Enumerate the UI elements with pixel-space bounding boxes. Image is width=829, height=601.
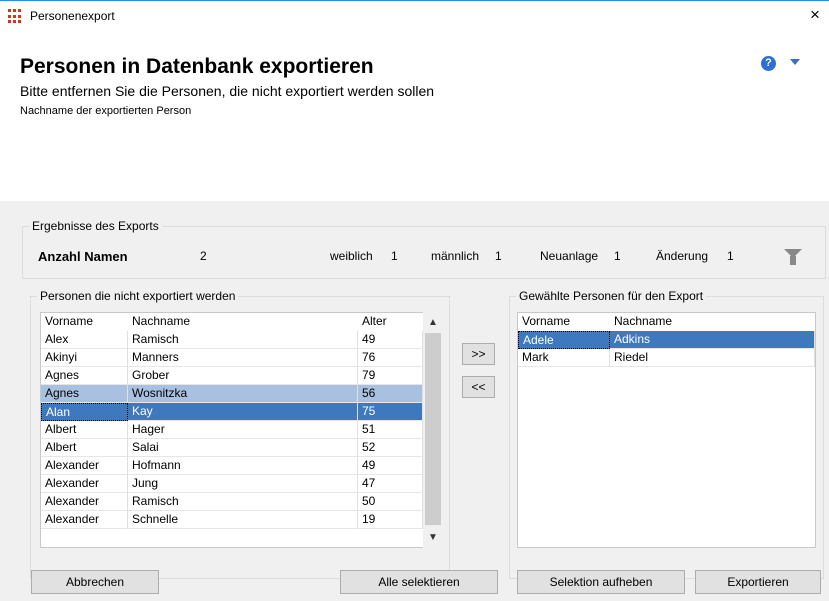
last-name-cell: Ramisch (128, 331, 358, 349)
last-name-cell: Kay (128, 403, 358, 421)
scrollbar-thumb[interactable] (425, 333, 441, 525)
page-subtitle: Bitte entfernen Sie die Personen, die ni… (20, 83, 435, 99)
column-header-nachname[interactable]: Nachname (128, 313, 358, 331)
new-value: 1 (614, 249, 621, 263)
vertical-scrollbar[interactable]: ▲ ▼ (423, 312, 443, 548)
age-cell: 49 (358, 457, 423, 475)
first-name-cell: Akinyi (41, 349, 128, 367)
page-title: Personen in Datenbank exportieren (20, 55, 374, 78)
last-name-cell: Hofmann (128, 457, 358, 475)
count-label: Anzahl Namen (38, 249, 128, 264)
last-name-cell: Grober (128, 367, 358, 385)
age-cell: 52 (358, 439, 423, 457)
first-name-cell: Adele (518, 331, 610, 349)
age-cell: 75 (358, 403, 423, 421)
page-description: Nachname der exportierten Person (20, 105, 192, 117)
first-name-cell: Alan (41, 403, 128, 421)
first-name-cell: Alexander (41, 511, 128, 529)
help-icon[interactable]: ? (761, 56, 776, 71)
not-exported-legend: Personen die nicht exportiert werden (40, 289, 236, 303)
column-header-alter[interactable]: Alter (358, 313, 423, 331)
clear-selection-button[interactable]: Selektion aufheben (517, 570, 685, 594)
last-name-cell: Schnelle (128, 511, 358, 529)
age-cell: 19 (358, 511, 423, 529)
age-cell: 76 (358, 349, 423, 367)
change-value: 1 (727, 249, 734, 263)
female-value: 1 (391, 249, 398, 263)
first-name-cell: Mark (518, 349, 610, 367)
last-name-cell: Jung (128, 475, 358, 493)
first-name-cell: Albert (41, 421, 128, 439)
last-name-cell: Adkins (610, 331, 815, 349)
male-value: 1 (495, 249, 502, 263)
selected-export-list[interactable]: Vorname Nachname Adele Adkins Mark Riedel (517, 312, 816, 548)
male-label: männlich (431, 249, 480, 263)
selected-export-legend: Gewählte Personen für den Export (519, 289, 704, 303)
age-cell: 51 (358, 421, 423, 439)
cancel-button[interactable]: Abbrechen (31, 570, 159, 594)
female-label: weiblich (330, 249, 373, 263)
title-bar: Personenexport × (0, 0, 829, 31)
last-name-cell: Salai (128, 439, 358, 457)
column-header-vorname[interactable]: Vorname (41, 313, 128, 331)
change-label: Änderung (656, 249, 709, 263)
scroll-up-icon[interactable]: ▲ (423, 314, 443, 331)
last-name-cell: Manners (128, 349, 358, 367)
column-header-nachname[interactable]: Nachname (610, 313, 815, 331)
filter-funnel-stem (790, 256, 796, 265)
close-icon[interactable]: × (805, 5, 825, 25)
age-cell: 79 (358, 367, 423, 385)
age-cell: 50 (358, 493, 423, 511)
add-to-export-button[interactable]: >> (462, 343, 495, 365)
age-cell: 49 (358, 331, 423, 349)
new-label: Neuanlage (540, 249, 599, 263)
last-name-cell: Wosnitzka (128, 385, 358, 403)
export-button[interactable]: Exportieren (695, 570, 821, 594)
first-name-cell: Agnes (41, 385, 128, 403)
select-all-button[interactable]: Alle selektieren (340, 570, 498, 594)
column-header-vorname[interactable]: Vorname (518, 313, 610, 331)
last-name-cell: Riedel (610, 349, 815, 367)
first-name-cell: Alexander (41, 475, 128, 493)
age-cell: 56 (358, 385, 423, 403)
first-name-cell: Alexander (41, 493, 128, 511)
first-name-cell: Agnes (41, 367, 128, 385)
window-title: Personenexport (30, 9, 115, 23)
last-name-cell: Hager (128, 421, 358, 439)
not-exported-list[interactable]: Vorname Nachname Alter Alex Ramisch 49 Akin… (40, 312, 443, 548)
remove-from-export-button[interactable]: << (462, 376, 495, 398)
help-dropdown-icon[interactable] (790, 59, 800, 65)
app-grid-icon (8, 9, 23, 24)
last-name-cell: Ramisch (128, 493, 358, 511)
count-value: 2 (200, 249, 207, 263)
first-name-cell: Albert (41, 439, 128, 457)
scroll-down-icon[interactable]: ▼ (423, 529, 443, 546)
first-name-cell: Alex (41, 331, 128, 349)
export-results-legend: Ergebnisse des Exports (32, 219, 159, 233)
header-panel: Personen in Datenbank exportieren Bitte … (0, 31, 829, 201)
age-cell: 47 (358, 475, 423, 493)
first-name-cell: Alexander (41, 457, 128, 475)
